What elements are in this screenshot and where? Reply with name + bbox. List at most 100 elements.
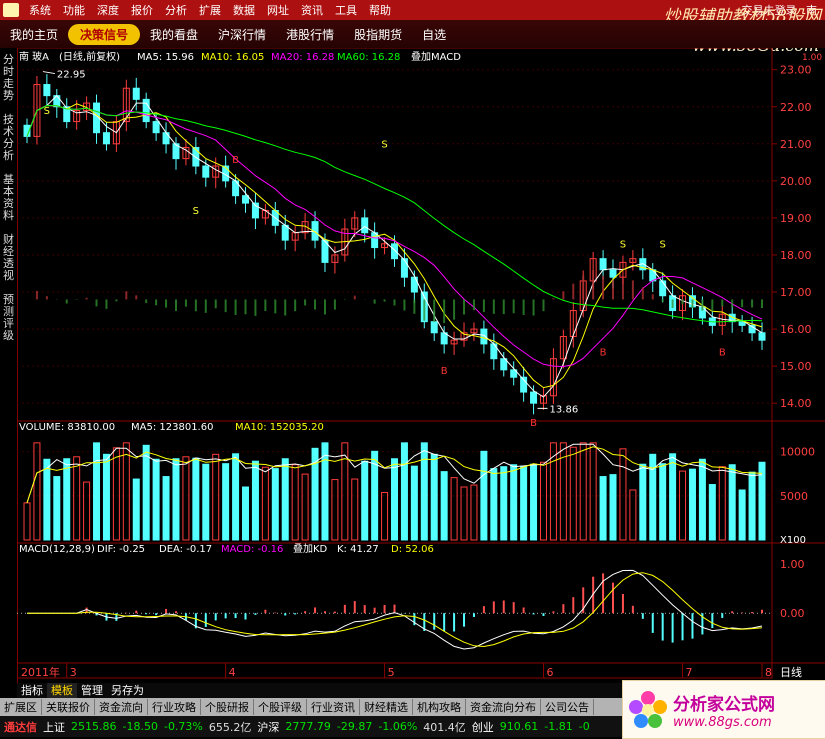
sidebar-item[interactable]: 基本资料 bbox=[2, 174, 15, 222]
volume-bar bbox=[362, 461, 368, 540]
volume-bar bbox=[759, 462, 765, 540]
volume-bar bbox=[153, 459, 159, 540]
login-status[interactable]: 交易未登录 南 bbox=[742, 2, 825, 18]
tab-2[interactable]: 我的看盘 bbox=[140, 26, 208, 43]
info-bar-item[interactable]: 行业攻略 bbox=[148, 699, 201, 715]
bottom-tab[interactable]: 模板 bbox=[47, 683, 77, 698]
tab-6[interactable]: 自选 bbox=[412, 26, 456, 43]
info-bar-item[interactable]: 资金流向分布 bbox=[466, 699, 541, 715]
bottom-tab[interactable]: 另存为 bbox=[107, 683, 148, 698]
volume-tick-label: 5000 bbox=[780, 490, 808, 503]
volume-bar bbox=[113, 448, 119, 540]
info-bar-item[interactable]: 关联报价 bbox=[42, 699, 95, 715]
sell-signal-marker: S bbox=[381, 140, 387, 151]
month-label: 6 bbox=[546, 666, 553, 679]
ticker-value: 创业 bbox=[472, 719, 494, 735]
bottom-tab[interactable]: 指标 bbox=[17, 683, 47, 698]
info-bar-item[interactable]: 财经精选 bbox=[360, 699, 413, 715]
menu-item[interactable]: 系统 bbox=[23, 2, 57, 18]
sidebar-item[interactable]: 财经透视 bbox=[2, 234, 15, 282]
volume-header-label: MA10: 152035.20 bbox=[235, 422, 324, 433]
volume-bar bbox=[600, 477, 606, 540]
macd-tick-label: 0.00 bbox=[780, 607, 805, 620]
price-top-right-label: 1.00 bbox=[802, 53, 822, 63]
corner-logo: 分析家公式网 www.88gs.com bbox=[622, 680, 825, 739]
year-label: 2011年 bbox=[21, 665, 60, 679]
tab-3[interactable]: 沪深行情 bbox=[208, 26, 276, 43]
menu-item[interactable]: 资讯 bbox=[295, 2, 329, 18]
menu-item[interactable]: 报价 bbox=[125, 2, 159, 18]
ticker-value: -18.50 bbox=[123, 720, 158, 733]
menu-item[interactable]: 功能 bbox=[57, 2, 91, 18]
menu-item[interactable]: 深度 bbox=[91, 2, 125, 18]
buy-signal-marker: B bbox=[232, 155, 239, 166]
stock-chart[interactable]: 23.0022.0021.0020.0019.0018.0017.0016.00… bbox=[17, 48, 825, 683]
volume-bar bbox=[203, 464, 209, 540]
menu-item[interactable]: 数据 bbox=[227, 2, 261, 18]
sell-signal-marker: S bbox=[620, 240, 626, 251]
volume-bar bbox=[491, 469, 497, 540]
menu-item[interactable]: 工具 bbox=[329, 2, 363, 18]
volume-bar bbox=[193, 458, 199, 540]
volume-bar bbox=[689, 469, 695, 540]
price-header-label: 南 玻A bbox=[19, 50, 49, 63]
price-header-label: MA10: 16.05 bbox=[201, 52, 264, 63]
info-bar-item[interactable]: 扩展区 bbox=[0, 699, 42, 715]
candle-body bbox=[600, 259, 606, 270]
price-tick-label: 17.00 bbox=[780, 286, 812, 299]
bottom-tab[interactable]: 管理 bbox=[77, 683, 107, 698]
volume-bar bbox=[74, 457, 80, 540]
candle-body bbox=[282, 225, 288, 240]
volume-bar bbox=[421, 443, 427, 540]
main-tab-bar: 我的主页决策信号我的看盘沪深行情港股行情股指期货自选 bbox=[0, 20, 825, 48]
macd-header-label: D: 52.06 bbox=[391, 544, 434, 555]
candle-body bbox=[531, 392, 537, 403]
candle-body bbox=[759, 333, 765, 340]
volume-bar bbox=[729, 465, 735, 540]
tab-1[interactable]: 决策信号 bbox=[68, 24, 140, 45]
ticker-value: 655.2亿 bbox=[209, 719, 252, 735]
sidebar-item[interactable]: 技术分析 bbox=[2, 114, 15, 162]
price-header-label: 叠加MACD bbox=[411, 51, 461, 63]
menu-item[interactable]: 分析 bbox=[159, 2, 193, 18]
volume-bar bbox=[44, 459, 50, 540]
volume-bar bbox=[34, 443, 40, 540]
login-status-suffix: 南 bbox=[806, 4, 817, 17]
volume-bar bbox=[401, 443, 407, 540]
sidebar-item[interactable]: 分时走势 bbox=[2, 54, 15, 102]
info-bar-item[interactable]: 机构攻略 bbox=[413, 699, 466, 715]
tab-5[interactable]: 股指期货 bbox=[344, 26, 412, 43]
volume-bar bbox=[84, 482, 90, 540]
info-bar-item[interactable]: 资金流向 bbox=[95, 699, 148, 715]
candle-body bbox=[431, 322, 437, 333]
ticker-value: 沪深 bbox=[257, 719, 279, 735]
info-bar-item[interactable]: 行业资讯 bbox=[307, 699, 360, 715]
info-bar-item[interactable]: 个股评级 bbox=[254, 699, 307, 715]
volume-bar bbox=[719, 467, 725, 540]
volume-bar bbox=[630, 490, 636, 540]
macd-header-label: 叠加KD bbox=[293, 543, 328, 555]
macd-header-label: K: 41.27 bbox=[337, 544, 379, 555]
menu-item[interactable]: 网址 bbox=[261, 2, 295, 18]
menu-item[interactable]: 帮助 bbox=[363, 2, 397, 18]
candle-body bbox=[362, 218, 368, 233]
volume-bar bbox=[24, 503, 30, 540]
tab-0[interactable]: 我的主页 bbox=[0, 26, 68, 43]
volume-header-label: MA5: 123801.60 bbox=[131, 422, 213, 433]
volume-bar bbox=[322, 443, 328, 540]
high-note-label: 22.95 bbox=[57, 70, 86, 81]
tab-4[interactable]: 港股行情 bbox=[276, 26, 344, 43]
info-bar-item[interactable]: 个股研报 bbox=[201, 699, 254, 715]
menu-item[interactable]: 扩展 bbox=[193, 2, 227, 18]
volume-bar bbox=[451, 478, 457, 540]
price-tick-label: 21.00 bbox=[780, 138, 812, 151]
low-note-label: 13.86 bbox=[550, 404, 579, 415]
info-bar-item[interactable]: 公司公告 bbox=[541, 699, 594, 715]
volume-bar bbox=[471, 485, 477, 540]
volume-bar bbox=[103, 454, 109, 540]
volume-bar bbox=[670, 454, 676, 540]
candle-body bbox=[203, 166, 209, 177]
corner-logo-url: www.88gs.com bbox=[673, 715, 775, 730]
volume-bar bbox=[123, 443, 129, 540]
sidebar-item[interactable]: 预测评级 bbox=[2, 294, 15, 342]
